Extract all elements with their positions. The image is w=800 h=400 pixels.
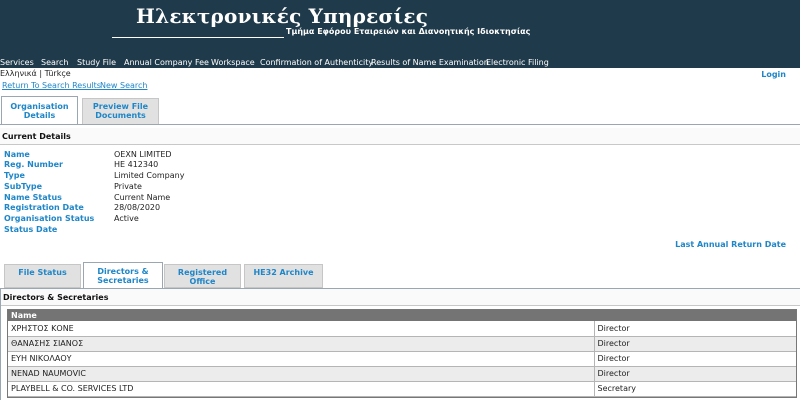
nav-search[interactable]: Search — [41, 58, 68, 67]
main-nav: Services Search Study File Annual Compan… — [0, 56, 800, 68]
tab-organisation-details[interactable]: Organisation Details — [1, 96, 78, 125]
nav-results-of-name-examination[interactable]: Results of Name Examination — [371, 58, 489, 67]
detail-label-name-status: Name Status — [4, 193, 62, 202]
nav-electronic-filing[interactable]: Electronic Filing — [486, 58, 549, 67]
director-role: Director — [593, 366, 796, 382]
directors-panel: Directors & Secretaries Name ΧΡΗΣΤΟΣ ΚΟΝ… — [0, 289, 800, 400]
director-role: Director — [593, 321, 796, 337]
director-role: Director — [593, 351, 796, 367]
detail-label-reg-number: Reg. Number — [4, 160, 63, 169]
table-row: NENAD NAUMOVIC Director — [8, 366, 796, 382]
table-row: ΕΥΗ ΝΙΚΟΛΑΟΥ Director — [8, 351, 796, 367]
lang-turkish[interactable]: Türkçe — [45, 69, 71, 78]
detail-value-registration-date: 28/08/2020 — [114, 203, 161, 212]
current-details-title: Current Details — [0, 128, 800, 145]
directors-title: Directors & Secretaries — [1, 289, 800, 306]
table-row: ΘΑΝΑΣΗΣ ΣΙΑΝΟΣ Director — [8, 336, 796, 352]
lang-greek[interactable]: Ελληνικά — [0, 69, 37, 78]
column-header-name: Name — [8, 310, 796, 321]
tab-he32-archive[interactable]: HE32 Archive — [244, 264, 323, 288]
table-row: ΧΡΗΣΤΟΣ ΚΟΝΕ Director — [8, 321, 796, 337]
detail-value-reg-number: HE 412340 — [114, 160, 159, 169]
last-annual-return-date-link[interactable]: Last Annual Return Date — [675, 240, 786, 249]
tabs-divider — [0, 124, 800, 125]
tab-directors-secretaries-label: Directors & Secretaries — [97, 267, 149, 285]
director-name: NENAD NAUMOVIC — [8, 366, 594, 382]
tab-registered-office[interactable]: Registered Office — [164, 264, 241, 288]
nav-confirmation-of-authenticity[interactable]: Confirmation of Authenticity — [260, 58, 373, 67]
detail-label-organisation-status: Organisation Status — [4, 214, 95, 223]
login-link[interactable]: Login — [761, 70, 786, 79]
tab-file-status[interactable]: File Status — [4, 264, 81, 288]
tab-preview-label-line2: Documents — [95, 111, 146, 120]
tab-directors-secretaries[interactable]: Directors & Secretaries — [83, 262, 163, 289]
new-search-link[interactable]: New Search — [100, 81, 147, 90]
director-role: Director — [593, 336, 796, 352]
detail-label-type: Type — [4, 171, 25, 180]
site-title: Ηλεκτρονικές Υπηρεσίες — [136, 4, 429, 28]
tab-registered-office-label: Registered Office — [177, 268, 228, 286]
lang-separator: | — [39, 69, 43, 78]
director-role: Secretary — [593, 381, 796, 397]
title-underline — [112, 37, 284, 38]
return-to-search-link[interactable]: Return To Search Results — [2, 81, 101, 90]
tab-organisation-details-label: Organisation Details — [10, 102, 69, 120]
nav-study-file[interactable]: Study File — [77, 58, 116, 67]
director-name: ΧΡΗΣΤΟΣ ΚΟΝΕ — [8, 321, 594, 337]
detail-value-subtype: Private — [114, 182, 142, 191]
detail-label-status-date: Status Date — [4, 225, 58, 234]
tab-preview-label-line1: Preview File — [92, 102, 149, 111]
director-name: ΕΥΗ ΝΙΚΟΛΑΟΥ — [8, 351, 594, 367]
nav-annual-company-fee[interactable]: Annual Company Fee — [124, 58, 209, 67]
tab-file-status-label: File Status — [18, 268, 67, 277]
detail-label-subtype: SubType — [4, 182, 43, 191]
detail-value-organisation-status: Active — [114, 214, 139, 223]
nav-workspace[interactable]: Workspace — [211, 58, 255, 67]
detail-value-name-status: Current Name — [114, 193, 171, 202]
directors-table: Name ΧΡΗΣΤΟΣ ΚΟΝΕ Director ΘΑΝΑΣΗΣ ΣΙΑΝΟ… — [8, 310, 796, 397]
director-name: ΘΑΝΑΣΗΣ ΣΙΑΝΟΣ — [8, 336, 594, 352]
site-header: Ηλεκτρονικές Υπηρεσίες Τμήμα Εφόρου Εται… — [0, 0, 800, 56]
site-subtitle: Τμήμα Εφόρου Εταιρειών και Διανοητικής Ι… — [286, 27, 531, 36]
detail-value-name: OEXN LIMITED — [114, 150, 172, 159]
detail-value-type: Limited Company — [114, 171, 185, 180]
director-name: PLAYBELL & CO. SERVICES LTD — [8, 381, 594, 397]
directors-table-header: Name — [8, 310, 796, 321]
detail-label-registration-date: Registration Date — [4, 203, 84, 212]
nav-services[interactable]: Services — [0, 58, 34, 67]
table-row: PLAYBELL & CO. SERVICES LTD Secretary — [8, 381, 796, 397]
directors-table-wrapper: Name ΧΡΗΣΤΟΣ ΚΟΝΕ Director ΘΑΝΑΣΗΣ ΣΙΑΝΟ… — [7, 309, 797, 398]
detail-label-name: Name — [4, 150, 30, 159]
tab-he32-archive-label: HE32 Archive — [253, 268, 314, 277]
language-switcher: Ελληνικά | Türkçe — [0, 69, 71, 78]
tab-preview-file-documents[interactable]: Preview File Documents — [82, 98, 159, 125]
